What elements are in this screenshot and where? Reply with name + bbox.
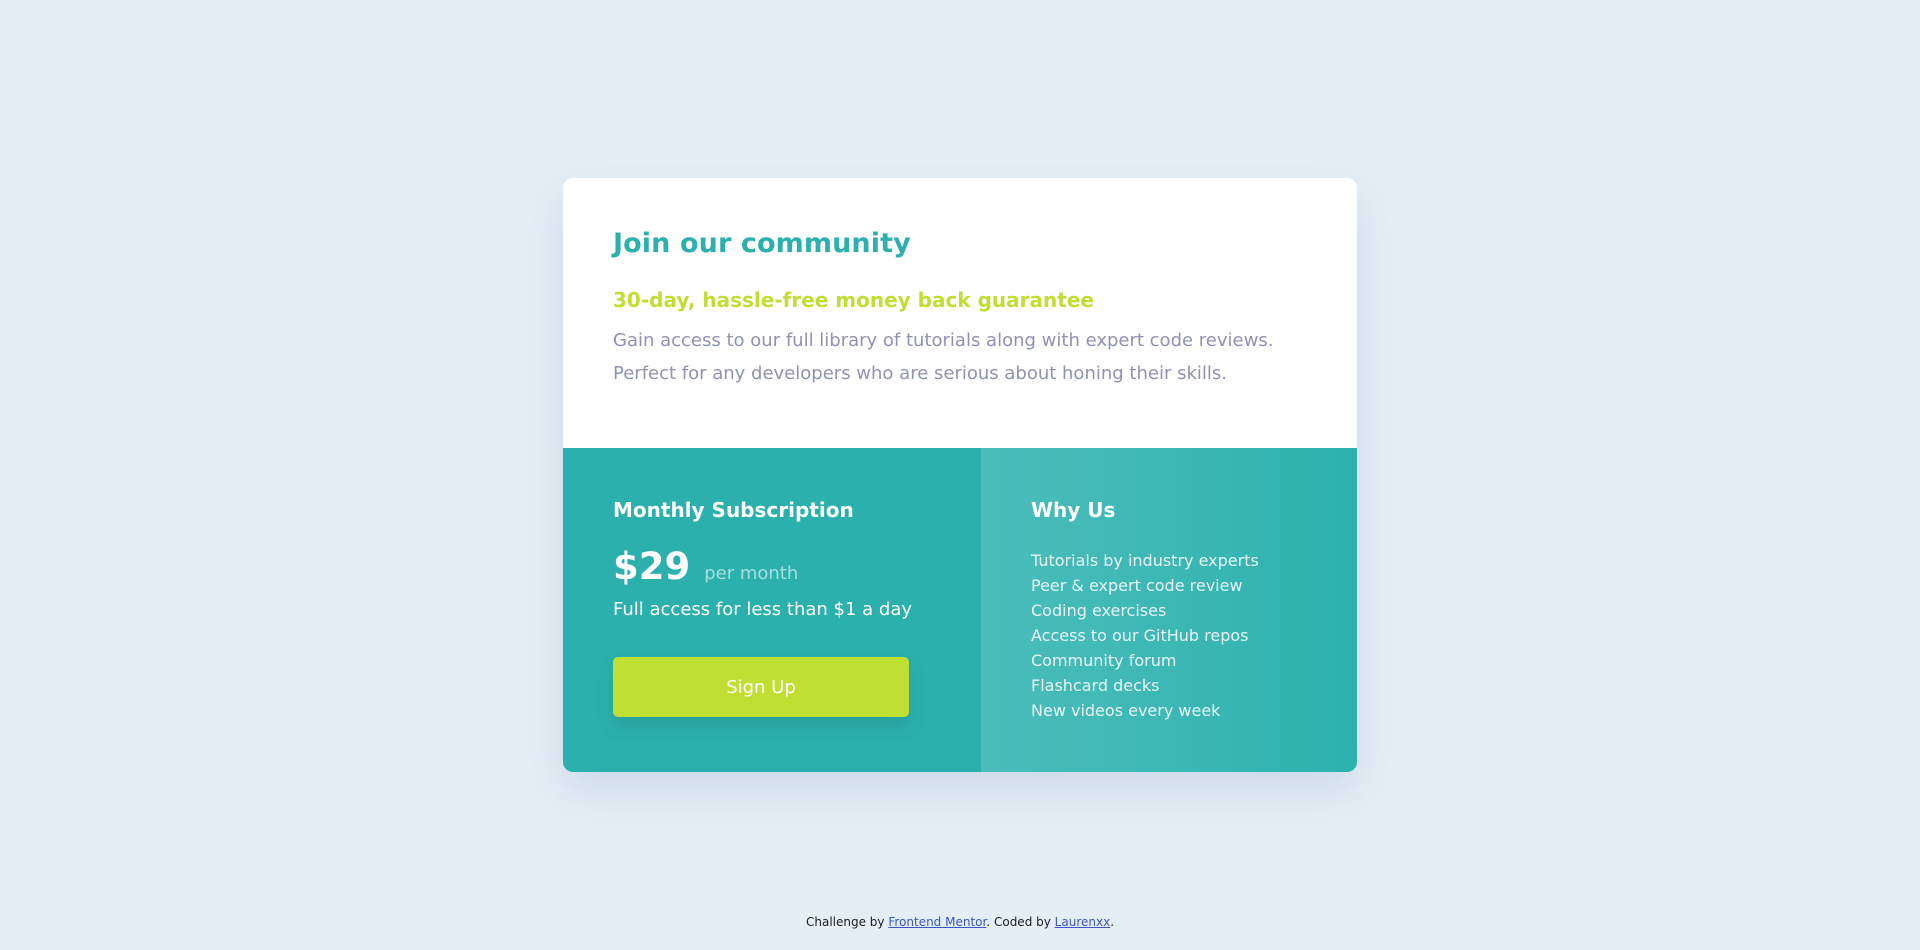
why-us-item: Peer & expert code review: [1031, 576, 1243, 595]
subscription-heading: Monthly Subscription: [613, 498, 854, 522]
why-us-heading: Why Us: [1031, 498, 1116, 522]
pricing-card: Join our community 30-day, hassle-free m…: [563, 178, 1357, 772]
why-us-list: Tutorials by industry experts Peer & exp…: [1031, 548, 1307, 723]
footer-suffix: .: [1110, 915, 1115, 929]
pricing-and-benefits: Monthly Subscription $29 per month Full …: [563, 448, 1357, 772]
attribution-footer: Challenge by Frontend Mentor. Coded by L…: [0, 914, 1920, 930]
why-us-item: Flashcard decks: [1031, 676, 1160, 695]
money-back-guarantee: 30-day, hassle-free money back guarantee: [613, 288, 1094, 312]
why-us-item: Access to our GitHub repos: [1031, 626, 1249, 645]
why-us-panel: Why Us Tutorials by industry experts Pee…: [981, 448, 1357, 772]
sign-up-button[interactable]: Sign Up: [613, 657, 909, 717]
frontend-mentor-link[interactable]: Frontend Mentor: [888, 915, 986, 929]
coder-link[interactable]: Laurenxx: [1055, 915, 1111, 929]
footer-prefix: Challenge by: [805, 915, 885, 929]
community-section: Join our community 30-day, hassle-free m…: [563, 178, 1357, 448]
why-us-item: Coding exercises: [1031, 601, 1167, 620]
community-title: Join our community: [613, 228, 911, 259]
footer-middle: . Coded by: [986, 915, 1051, 929]
why-us-item: Tutorials by industry experts: [1031, 551, 1259, 570]
why-us-item: New videos every week: [1031, 701, 1221, 720]
why-us-item: Community forum: [1031, 651, 1177, 670]
subscription-price: $29: [613, 545, 691, 588]
monthly-subscription-panel: Monthly Subscription $29 per month Full …: [563, 448, 981, 772]
subscription-access-text: Full access for less than $1 a day: [613, 599, 913, 620]
subscription-period: per month: [704, 563, 799, 584]
community-description: Gain access to our full library of tutor…: [613, 330, 1274, 384]
price-row: $29 per month: [613, 548, 931, 585]
